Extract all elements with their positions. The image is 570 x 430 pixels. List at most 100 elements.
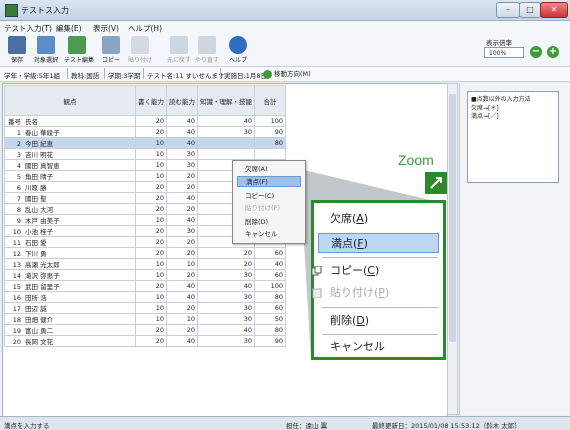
zoom-in-button[interactable]: + [547, 46, 559, 58]
close-button[interactable]: ✕ [540, 2, 568, 18]
score-cell[interactable]: 40 [166, 126, 198, 138]
score-cell[interactable]: 60 [254, 302, 286, 314]
score-cell[interactable] [254, 148, 286, 160]
score-cell[interactable]: 10 [166, 258, 198, 270]
score-cell[interactable]: 20 [135, 324, 167, 336]
score-cell[interactable]: 10 [135, 313, 167, 325]
score-cell[interactable]: 30 [197, 313, 255, 325]
menu-item-copy[interactable]: コピー(C) [237, 191, 301, 202]
score-cell[interactable]: 20 [166, 170, 198, 182]
score-cell[interactable]: 80 [254, 137, 286, 149]
menu-test-input[interactable]: テスト入力(T) [4, 23, 52, 34]
score-cell[interactable]: 20 [166, 324, 198, 336]
menu-item-cancel[interactable]: キャンセル [237, 229, 301, 240]
test-edit-button[interactable]: テスト編集 [64, 36, 94, 64]
zoom-level-field[interactable]: 100% [484, 47, 524, 58]
table-max-score-row[interactable]: 番号 氏名 20 40 40 100 [4, 115, 286, 127]
score-cell[interactable]: 40 [166, 214, 198, 226]
score-cell[interactable]: 30 [197, 269, 255, 281]
score-cell[interactable]: 30 [197, 291, 255, 303]
score-cell[interactable]: 30 [166, 225, 198, 237]
zoom-out-button[interactable]: − [530, 46, 542, 58]
score-cell[interactable]: 10 [166, 313, 198, 325]
help-button[interactable]: ヘルプ [225, 36, 251, 64]
score-cell[interactable]: 80 [254, 291, 286, 303]
score-cell[interactable]: 100 [254, 115, 286, 127]
score-cell[interactable]: 30 [197, 335, 255, 347]
table-row[interactable]: 18 田畑 健介 10 10 30 50 [4, 313, 286, 325]
score-cell[interactable]: 40 [166, 335, 198, 347]
score-cell[interactable]: 20 [135, 181, 167, 193]
zoom-menu-item-copy[interactable]: コピー(C) [312, 261, 439, 281]
menu-item-delete[interactable]: 削除(D) [237, 217, 301, 228]
score-cell[interactable]: 20 [135, 335, 167, 347]
table-row[interactable]: 14 滝沢 弥恵子 10 20 30 60 [4, 269, 286, 281]
score-cell[interactable]: 10 [135, 148, 167, 160]
score-cell[interactable]: 20 [135, 126, 167, 138]
score-cell[interactable]: 20 [135, 192, 167, 204]
zoom-menu-item-cancel[interactable]: キャンセル [318, 337, 439, 357]
zoom-menu-item-absent[interactable]: 欠席(A) [318, 209, 439, 229]
score-cell[interactable]: 20 [166, 181, 198, 193]
score-cell[interactable]: 10 [135, 302, 167, 314]
zoom-menu-item-delete[interactable]: 削除(D) [318, 311, 439, 331]
score-cell[interactable]: 20 [197, 258, 255, 270]
table-row[interactable]: 3 吉川 明花 10 30 [4, 148, 286, 160]
menu-edit[interactable]: 編集(E) [56, 23, 82, 34]
undo-button[interactable]: 元に戻す [166, 36, 192, 64]
table-row[interactable]: 20 長岡 文花 20 40 30 90 [4, 335, 286, 347]
minimize-button[interactable]: – [496, 2, 520, 18]
move-direction-button[interactable]: 移動方向(M) [263, 68, 311, 79]
score-cell[interactable]: 80 [254, 324, 286, 336]
vertical-scrollbar[interactable] [447, 83, 458, 415]
score-cell[interactable]: 20 [166, 302, 198, 314]
menu-item-full-marks[interactable]: 満点(F) [237, 176, 301, 187]
paste-button[interactable]: 貼り付け [127, 36, 153, 64]
zoom-menu-item-full-marks[interactable]: 満点(F) [318, 233, 439, 253]
score-cell[interactable]: 90 [254, 126, 286, 138]
score-cell[interactable]: 20 [166, 269, 198, 281]
score-cell[interactable]: 40 [166, 115, 198, 127]
score-cell[interactable]: 20 [166, 236, 198, 248]
score-cell[interactable]: 90 [254, 335, 286, 347]
score-cell[interactable] [197, 137, 255, 149]
save-button[interactable]: 保存 [4, 36, 30, 64]
score-cell[interactable]: 60 [254, 247, 286, 259]
table-row[interactable]: 2 今田 紀恵 10 40 80 [4, 137, 286, 149]
score-cell[interactable]: 20 [135, 280, 167, 292]
target-select-button[interactable]: 対象選択 [33, 36, 59, 64]
score-cell[interactable]: 10 [135, 291, 167, 303]
score-cell[interactable]: 20 [135, 225, 167, 237]
score-cell[interactable]: 30 [166, 159, 198, 171]
score-cell[interactable]: 10 [135, 137, 167, 149]
score-cell[interactable]: 10 [135, 258, 167, 270]
score-cell[interactable]: 10 [135, 159, 167, 171]
table-row[interactable]: 13 高瀬 光太郎 10 10 20 40 [4, 258, 286, 270]
table-row[interactable]: 1 春山 華綾子 20 40 30 90 [4, 126, 286, 138]
score-cell[interactable]: 40 [254, 258, 286, 270]
score-cell[interactable]: 20 [166, 203, 198, 215]
score-cell[interactable]: 60 [254, 269, 286, 281]
score-cell[interactable]: 50 [254, 313, 286, 325]
score-cell[interactable]: 30 [197, 302, 255, 314]
score-cell[interactable]: 20 [166, 247, 198, 259]
score-cell[interactable]: 30 [197, 126, 255, 138]
scrollbar-thumb[interactable] [449, 94, 456, 342]
score-cell[interactable]: 20 [135, 203, 167, 215]
table-row[interactable]: 15 武田 留里子 20 40 40 100 [4, 280, 286, 292]
table-row[interactable]: 17 田辺 誠 10 20 30 60 [4, 302, 286, 314]
score-cell[interactable]: 40 [166, 137, 198, 149]
score-cell[interactable]: 100 [254, 280, 286, 292]
score-cell[interactable]: 20 [135, 115, 167, 127]
score-cell[interactable]: 10 [135, 214, 167, 226]
score-cell[interactable]: 40 [166, 280, 198, 292]
menu-item-absent[interactable]: 欠席(A) [237, 164, 301, 175]
table-row[interactable]: 19 富山 勇二 20 20 40 80 [4, 324, 286, 336]
menu-help[interactable]: ヘルプ(H) [128, 23, 162, 34]
score-cell[interactable]: 30 [166, 148, 198, 160]
table-row[interactable]: 12 下川 勇 20 20 20 60 [4, 247, 286, 259]
score-cell[interactable] [197, 148, 255, 160]
score-cell[interactable]: 20 [135, 236, 167, 248]
score-cell[interactable]: 10 [135, 269, 167, 281]
menu-view[interactable]: 表示(V) [93, 23, 119, 34]
